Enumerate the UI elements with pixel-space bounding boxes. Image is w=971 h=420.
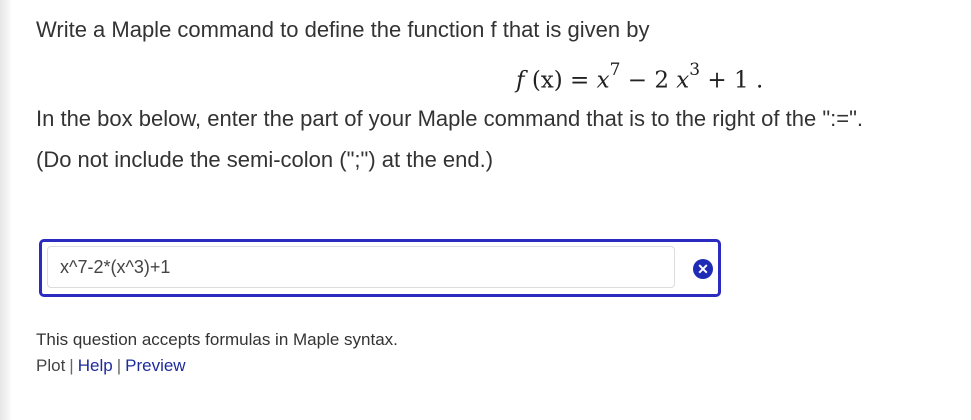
- formula-arg: (x) =: [531, 67, 597, 94]
- syntax-note: This question accepts formulas in Maple …: [36, 330, 398, 349]
- separator: |: [116, 356, 122, 375]
- formula-var2: x: [676, 67, 690, 94]
- plot-link[interactable]: Plot: [36, 356, 65, 375]
- instruction-line-1: In the box below, enter the part of your…: [36, 106, 864, 131]
- formula-mid: − 2: [620, 67, 677, 94]
- formula-tail: + 1 .: [700, 67, 764, 94]
- answer-box: ✕: [39, 239, 721, 297]
- answer-input[interactable]: [47, 246, 675, 288]
- instruction-line-2: (Do not include the semi-colon (";") at …: [36, 147, 494, 172]
- question-prompt: Write a Maple command to define the func…: [36, 17, 650, 42]
- formula: f (x) = x7 − 2 x3 + 1 .: [516, 54, 763, 101]
- close-circle-icon: ✕: [697, 261, 709, 277]
- footer-links: Plot | Help | Preview: [36, 355, 186, 377]
- formula-fname: f: [516, 67, 525, 94]
- preview-link[interactable]: Preview: [125, 356, 185, 375]
- help-link[interactable]: Help: [78, 356, 113, 375]
- left-shade: [0, 0, 12, 420]
- formula-exp1: 7: [609, 60, 621, 80]
- formula-exp2: 3: [689, 60, 701, 80]
- separator: |: [69, 356, 74, 375]
- clear-input-button[interactable]: ✕: [693, 259, 713, 279]
- formula-var1: x: [596, 67, 610, 94]
